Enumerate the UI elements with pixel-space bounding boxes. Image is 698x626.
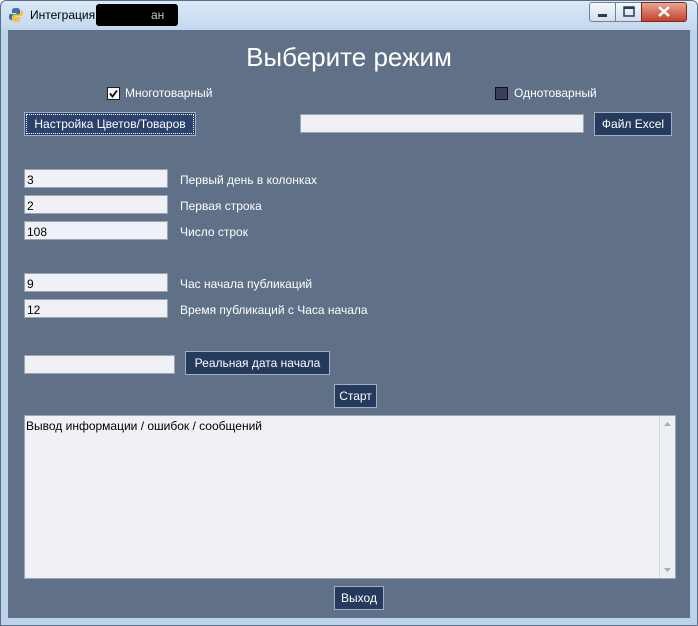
output-textarea[interactable]: Вывод информации / ошибок / сообщений xyxy=(24,415,676,579)
output-scrollbar[interactable] xyxy=(659,416,675,578)
close-icon xyxy=(658,6,670,17)
title-bar[interactable]: Интеграция ан xyxy=(1,1,697,30)
publish-time-label: Время публикаций с Часа начала xyxy=(180,303,368,317)
start-button[interactable]: Старт xyxy=(334,384,377,408)
page-title: Выберите режим xyxy=(246,42,452,72)
row-count-input[interactable] xyxy=(24,221,168,240)
minimize-icon xyxy=(598,14,607,17)
start-hour-input[interactable] xyxy=(24,273,168,292)
output-text: Вывод информации / ошибок / сообщений xyxy=(26,419,262,433)
excel-file-button[interactable]: Файл Excel xyxy=(594,112,672,136)
minimize-button[interactable] xyxy=(589,2,617,22)
real-date-input[interactable] xyxy=(24,355,175,374)
app-window: Интеграция ан Выберите режим Многотоварн… xyxy=(0,0,698,626)
close-button[interactable] xyxy=(641,2,687,22)
python-icon xyxy=(8,7,24,23)
real-date-button[interactable]: Реальная дата начала xyxy=(185,351,330,375)
window-title: Интеграция xyxy=(30,8,96,22)
excel-path-input[interactable] xyxy=(300,114,584,133)
exit-button[interactable]: Выход xyxy=(334,586,384,610)
first-row-input[interactable] xyxy=(24,195,168,214)
scroll-down-icon[interactable] xyxy=(663,566,672,574)
publish-time-input[interactable] xyxy=(24,299,168,318)
maximize-icon xyxy=(623,6,635,17)
multi-mode-label[interactable]: Многотоварный xyxy=(125,86,212,100)
first-day-label: Первый день в колонках xyxy=(180,173,318,187)
first-day-input[interactable] xyxy=(24,169,168,188)
check-icon xyxy=(109,89,118,98)
settings-button[interactable]: Настройка Цветов/Товаров xyxy=(24,112,196,136)
first-row-label: Первая строка xyxy=(180,199,262,213)
single-mode-label[interactable]: Однотоварный xyxy=(514,86,597,100)
scroll-up-icon[interactable] xyxy=(663,420,672,428)
single-mode-checkbox[interactable] xyxy=(495,87,508,100)
window-title-tail: ан xyxy=(151,8,165,22)
maximize-button[interactable] xyxy=(615,2,643,22)
title-redaction xyxy=(96,4,178,26)
multi-mode-checkbox[interactable] xyxy=(107,87,120,100)
start-hour-label: Час начала публикаций xyxy=(180,277,313,291)
row-count-label: Число строк xyxy=(180,225,248,239)
main-panel: Выберите режим Многотоварный Однотоварны… xyxy=(8,30,690,618)
